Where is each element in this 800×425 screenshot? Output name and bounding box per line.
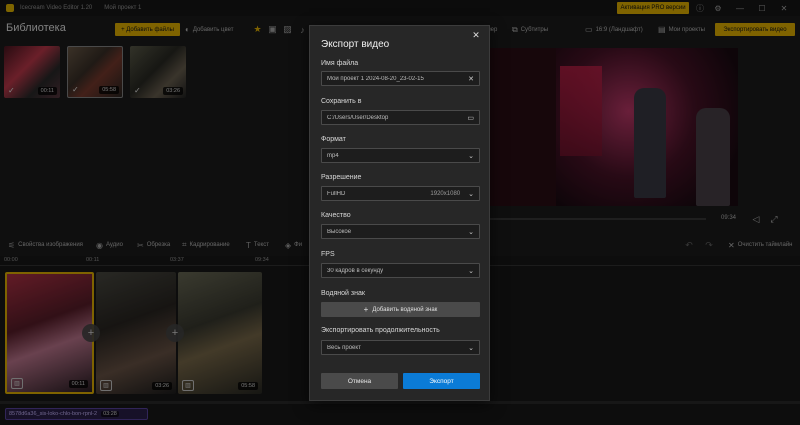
dialog-title: Экспорт видео	[321, 39, 390, 50]
filename-value: Мой проект 1 2024-08-20_23-02-15	[327, 75, 424, 82]
format-select[interactable]: mp4 ⌄	[321, 148, 480, 163]
chevron-down-icon: ⌄	[468, 267, 474, 275]
format-value: mp4	[327, 152, 339, 159]
cancel-button[interactable]: Отмена	[321, 373, 398, 389]
clear-icon[interactable]: ✕	[468, 75, 474, 83]
fps-label: FPS	[321, 251, 335, 258]
chevron-down-icon: ⌄	[468, 228, 474, 236]
format-label: Формат	[321, 136, 346, 143]
watermark-label: Водяной знак	[321, 290, 365, 297]
quality-select[interactable]: Высокое ⌄	[321, 224, 480, 239]
filename-input[interactable]: Мой проект 1 2024-08-20_23-02-15 ✕	[321, 71, 480, 86]
export-duration-value: Весь проект	[327, 344, 361, 351]
export-button[interactable]: Экспорт	[403, 373, 480, 389]
resolution-select[interactable]: FullHD 1920x1080 ⌄	[321, 186, 480, 201]
add-watermark-label: Добавить водяной знак	[372, 306, 438, 313]
save-to-value: C:/Users/User/Desktop	[327, 114, 389, 121]
export-duration-label: Экспортировать продолжительность	[321, 327, 440, 334]
close-icon[interactable]: ✕	[470, 29, 482, 41]
chevron-down-icon: ⌄	[468, 190, 474, 198]
folder-icon[interactable]: ▭	[467, 114, 474, 122]
resolution-value: FullHD	[327, 190, 346, 197]
plus-icon: +	[363, 305, 369, 314]
export-duration-select[interactable]: Весь проект ⌄	[321, 340, 480, 355]
export-dialog: Экспорт видео ✕ Имя файла Мой проект 1 2…	[309, 25, 490, 401]
chevron-down-icon: ⌄	[468, 344, 474, 352]
add-watermark-button[interactable]: + Добавить водяной знак	[321, 302, 480, 317]
resolution-dimensions: 1920x1080	[430, 190, 461, 197]
video-editor-window: Icecream Video Editor 1.20 Мой проект 1 …	[0, 0, 800, 425]
filename-label: Имя файла	[321, 60, 359, 67]
save-to-label: Сохранить в	[321, 98, 362, 105]
fps-select[interactable]: 30 кадров в секунду ⌄	[321, 263, 480, 278]
quality-label: Качество	[321, 212, 351, 219]
quality-value: Высокое	[327, 228, 352, 235]
save-to-input[interactable]: C:/Users/User/Desktop ▭	[321, 110, 480, 125]
resolution-label: Разрешение	[321, 174, 362, 181]
fps-value: 30 кадров в секунду	[327, 267, 384, 274]
chevron-down-icon: ⌄	[468, 152, 474, 160]
